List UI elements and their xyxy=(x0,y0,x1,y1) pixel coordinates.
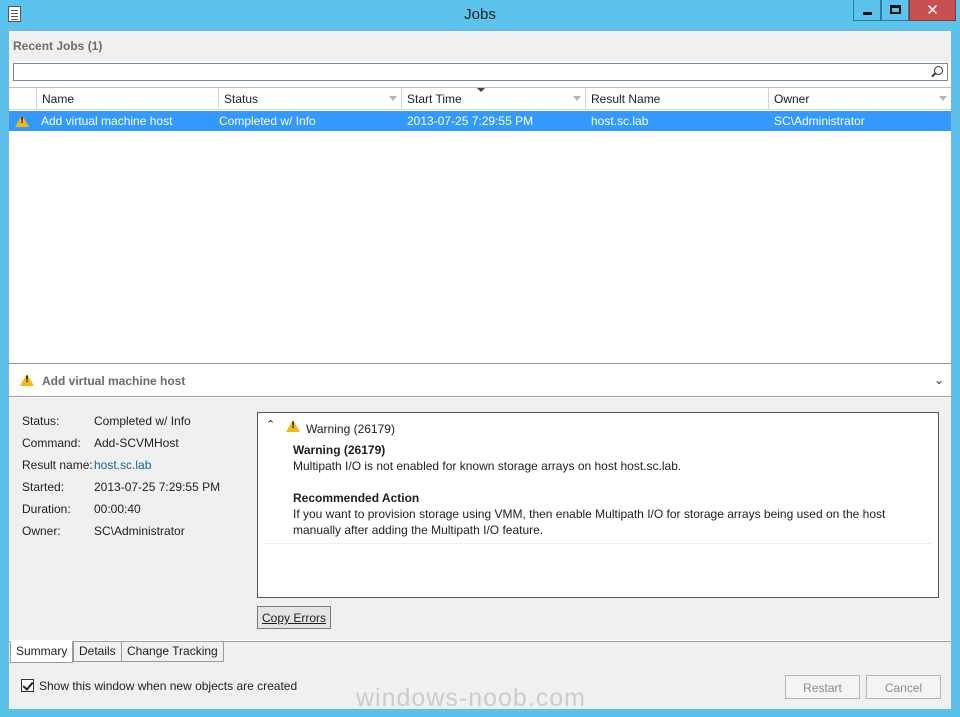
table-row[interactable]: Add virtual machine host Completed w/ In… xyxy=(9,111,951,131)
column-header-name[interactable]: Name xyxy=(36,88,218,110)
detail-header[interactable]: Add virtual machine host ⌄ xyxy=(9,365,951,397)
recommended-action-line-2: manually after adding the Multipath I/O … xyxy=(293,523,544,537)
column-header-start-time[interactable]: Start Time xyxy=(401,88,585,110)
watermark: windows-noob.com xyxy=(356,684,586,712)
duration-property: Duration: 00:00:40 xyxy=(22,502,141,516)
jobs-window-client: Recent Jobs (1) Name Status Start Time R… xyxy=(8,30,952,709)
column-header-result-name[interactable]: Result Name xyxy=(585,88,768,110)
recommended-action-line-1: If you want to provision storage using V… xyxy=(293,507,886,521)
chevron-down-icon[interactable] xyxy=(389,96,397,101)
warning-text: Multipath I/O is not enabled for known s… xyxy=(293,459,682,473)
warning-header: Warning (26179) xyxy=(306,422,395,436)
cancel-button[interactable]: Cancel xyxy=(866,675,941,699)
command-property: Command: Add-SCVMHost xyxy=(22,436,179,450)
warning-icon xyxy=(15,115,29,127)
minimize-button[interactable] xyxy=(853,0,881,21)
error-message-box[interactable]: ⌃ Warning (26179) Warning (26179) Multip… xyxy=(257,412,939,598)
show-window-checkbox-label[interactable]: Show this window when new objects are cr… xyxy=(39,679,297,693)
maximize-icon xyxy=(890,5,901,14)
search-icon[interactable] xyxy=(934,66,943,75)
collapse-icon[interactable]: ⌃ xyxy=(266,418,275,431)
close-button[interactable]: ✕ xyxy=(909,0,956,21)
job-result-name: host.sc.lab xyxy=(591,114,649,128)
search-input[interactable] xyxy=(13,63,948,81)
recent-jobs-label: Recent Jobs (1) xyxy=(13,39,103,53)
warning-icon xyxy=(20,374,34,386)
tab-change-tracking[interactable]: Change Tracking xyxy=(121,642,224,662)
window-title: Jobs xyxy=(464,6,496,23)
detail-title: Add virtual machine host xyxy=(42,374,186,388)
divider xyxy=(264,543,932,544)
close-icon: ✕ xyxy=(926,1,939,19)
chevron-down-icon[interactable]: ⌄ xyxy=(934,373,944,387)
column-header-owner[interactable]: Owner xyxy=(768,88,951,110)
tab-summary[interactable]: Summary xyxy=(10,641,74,663)
result-name-link[interactable]: host.sc.lab xyxy=(94,458,151,472)
warning-icon xyxy=(286,420,300,432)
chevron-down-icon[interactable] xyxy=(939,96,947,101)
title-bar: Jobs ✕ xyxy=(0,0,960,30)
minimize-icon xyxy=(863,12,872,15)
jobs-grid: Name Status Start Time Result Name Owner… xyxy=(9,87,951,364)
job-status: Completed w/ Info xyxy=(219,114,316,128)
started-property: Started: 2013-07-25 7:29:55 PM xyxy=(22,480,221,494)
recommended-action-title: Recommended Action xyxy=(293,491,420,505)
summary-panel: Status: Completed w/ Info Command: Add-SCV… xyxy=(9,398,951,640)
sort-descending-icon xyxy=(477,88,485,92)
job-start-time: 2013-07-25 7:29:55 PM xyxy=(407,114,534,128)
tab-bar: Summary Details Change Tracking xyxy=(9,641,951,663)
job-name: Add virtual machine host xyxy=(41,114,173,128)
grid-header: Name Status Start Time Result Name Owner xyxy=(9,88,951,110)
job-owner: SC\Administrator xyxy=(774,114,865,128)
copy-errors-button[interactable]: Copy Errors xyxy=(257,606,331,629)
column-header-status[interactable]: Status xyxy=(218,88,401,110)
show-window-checkbox[interactable] xyxy=(21,679,34,692)
result-name-property: Result name:host.sc.lab xyxy=(22,458,152,472)
warning-title: Warning (26179) xyxy=(293,443,386,457)
tab-details[interactable]: Details xyxy=(73,642,122,662)
maximize-button[interactable] xyxy=(881,0,909,21)
restart-button[interactable]: Restart xyxy=(785,675,860,699)
owner-property: Owner: SC\Administrator xyxy=(22,524,185,538)
status-property: Status: Completed w/ Info xyxy=(22,414,191,428)
chevron-down-icon[interactable] xyxy=(573,96,581,101)
recent-jobs-header: Recent Jobs (1) xyxy=(9,31,951,61)
